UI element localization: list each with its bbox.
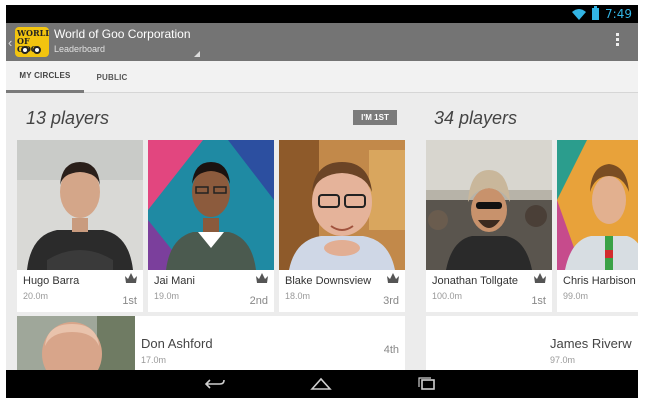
home-icon[interactable] [310, 376, 332, 392]
app-logo[interactable]: WORLD OF GOO [15, 27, 49, 57]
player-score: 20.0m [23, 291, 49, 301]
device-screen: 7:49 ‹ WORLD OF GOO World of Goo Corpora… [6, 5, 638, 398]
player-photo [279, 140, 405, 270]
player-name: Jai Mani [154, 275, 195, 287]
overflow-menu-icon[interactable] [614, 33, 620, 51]
player-name: Blake Downsview [285, 275, 372, 287]
circles-player-count: 13 players [26, 108, 110, 128]
crown-icon [534, 273, 546, 283]
player-card[interactable]: Hugo Barra 20.0m 1st [17, 140, 143, 312]
player-name: Jonathan Tollgate [432, 275, 519, 287]
player-rank: 1st [122, 295, 137, 307]
status-clock: 7:49 [605, 7, 632, 21]
wifi-icon [572, 9, 587, 20]
player-name: James Riverw [550, 336, 632, 351]
tab-bar: MY CIRCLES PUBLIC [6, 61, 638, 93]
player-score: 18.0m [285, 291, 311, 301]
player-photo [17, 316, 135, 376]
tab-public[interactable]: PUBLIC [84, 61, 140, 93]
player-rank: 4th [383, 344, 399, 356]
status-bar: 7:49 [6, 5, 638, 23]
player-name: Hugo Barra [23, 275, 80, 287]
player-card[interactable]: Don Ashford 17.0m 4th [17, 316, 405, 376]
app-title[interactable]: World of Goo Corporation [54, 27, 191, 41]
leaderboard-selector[interactable]: Leaderboard [54, 44, 105, 54]
navigation-bar [6, 370, 638, 398]
player-rank: 2nd [249, 295, 268, 307]
player-rank: 1st [531, 295, 546, 307]
back-icon[interactable] [204, 376, 226, 392]
player-card[interactable]: James Riverw 97.0m [426, 316, 638, 376]
player-photo [557, 140, 638, 270]
player-card[interactable]: Blake Downsview 18.0m 3rd [279, 140, 405, 312]
player-card[interactable]: Jonathan Tollgate 100.0m 1st [426, 140, 552, 312]
recents-icon[interactable] [416, 376, 438, 392]
public-player-count: 34 players [434, 108, 518, 128]
crown-icon [125, 273, 137, 283]
crown-icon [256, 273, 268, 283]
player-rank: 3rd [383, 295, 399, 307]
tab-my-circles[interactable]: MY CIRCLES [6, 61, 84, 93]
player-card[interactable]: Chris Harbison 99.0m [557, 140, 638, 312]
battery-icon [592, 6, 600, 20]
player-name: Chris Harbison [563, 275, 636, 287]
player-score: 97.0m [550, 355, 576, 365]
player-card[interactable]: Jai Mani 19.0m 2nd [148, 140, 274, 312]
player-score: 100.0m [432, 291, 463, 301]
player-photo [426, 140, 552, 270]
player-photo [148, 140, 274, 270]
player-name: Don Ashford [141, 336, 213, 351]
up-caret-icon[interactable]: ‹ [8, 35, 12, 50]
spinner-corner-icon [194, 51, 200, 57]
crown-icon [387, 273, 399, 283]
player-score: 99.0m [563, 291, 589, 301]
player-photo [17, 140, 143, 270]
im-first-button[interactable]: I'M 1ST [353, 110, 397, 125]
logo-eyes-icon [19, 46, 45, 54]
action-bar: ‹ WORLD OF GOO World of Goo Corporation … [6, 23, 638, 61]
player-score: 19.0m [154, 291, 180, 301]
player-score: 17.0m [141, 355, 167, 365]
